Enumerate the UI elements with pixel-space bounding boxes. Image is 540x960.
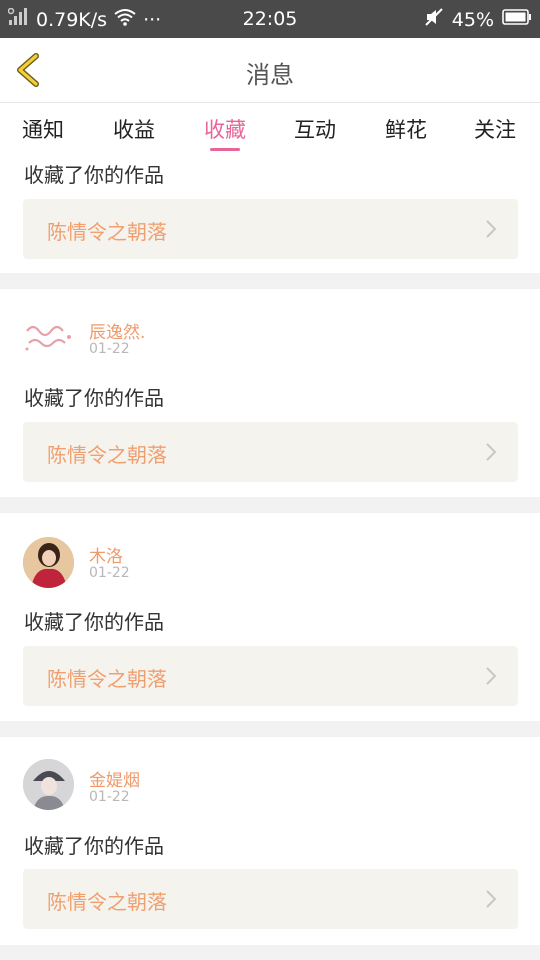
tab-interactions[interactable]: 互动 <box>294 114 336 144</box>
tab-notifications[interactable]: 通知 <box>22 114 64 144</box>
work-title: 陈情令之朝落 <box>47 890 167 914</box>
message-date: 01-22 <box>89 565 130 581</box>
action-text: 收藏了你的作品 <box>24 834 164 858</box>
avatar[interactable] <box>23 313 74 364</box>
avatar-image <box>23 313 74 364</box>
active-tab-indicator <box>210 148 240 151</box>
username[interactable]: 木洛 <box>89 542 123 567</box>
message-date: 01-22 <box>89 789 130 805</box>
list-item: 木洛 01-22 收藏了你的作品 陈情令之朝落 <box>0 513 540 721</box>
avatar-image <box>23 537 74 588</box>
action-text: 收藏了你的作品 <box>24 386 164 410</box>
username[interactable]: 辰逸然. <box>89 318 145 343</box>
chevron-right-icon <box>486 890 497 908</box>
battery-icon <box>502 8 532 31</box>
list-item: 金媞烟 01-22 收藏了你的作品 陈情令之朝落 <box>0 737 540 945</box>
work-link[interactable]: 陈情令之朝落 <box>23 869 518 929</box>
chevron-right-icon <box>486 220 497 238</box>
tab-earnings[interactable]: 收益 <box>113 114 155 144</box>
message-date: 01-22 <box>89 341 130 357</box>
battery-percent: 45% <box>451 8 494 31</box>
status-bar: 0.79K/s ··· 22:05 45% <box>0 0 540 38</box>
tab-following[interactable]: 关注 <box>474 114 516 144</box>
header: 消息 <box>0 38 540 103</box>
work-link[interactable]: 陈情令之朝落 <box>23 199 518 259</box>
action-text: 收藏了你的作品 <box>24 610 164 634</box>
work-title: 陈情令之朝落 <box>47 220 167 244</box>
avatar[interactable] <box>23 759 74 810</box>
action-text: 收藏了你的作品 <box>24 163 164 187</box>
work-link[interactable]: 陈情令之朝落 <box>23 646 518 706</box>
work-title: 陈情令之朝落 <box>47 667 167 691</box>
chevron-right-icon <box>486 443 497 461</box>
list-item: 辰逸然. 01-22 收藏了你的作品 陈情令之朝落 <box>0 289 540 497</box>
tab-bar: 通知 收益 收藏 互动 鲜花 关注 <box>0 103 540 155</box>
list-item: 收藏了你的作品 陈情令之朝落 <box>0 155 540 273</box>
page-title: 消息 <box>246 61 294 89</box>
work-link[interactable]: 陈情令之朝落 <box>23 422 518 482</box>
chevron-right-icon <box>486 667 497 685</box>
work-title: 陈情令之朝落 <box>47 443 167 467</box>
avatar-image <box>23 759 74 810</box>
username[interactable]: 金媞烟 <box>89 766 140 791</box>
avatar[interactable] <box>23 537 74 588</box>
tab-favorites[interactable]: 收藏 <box>204 114 246 144</box>
mute-icon <box>424 7 444 32</box>
tab-flowers[interactable]: 鲜花 <box>385 114 427 144</box>
